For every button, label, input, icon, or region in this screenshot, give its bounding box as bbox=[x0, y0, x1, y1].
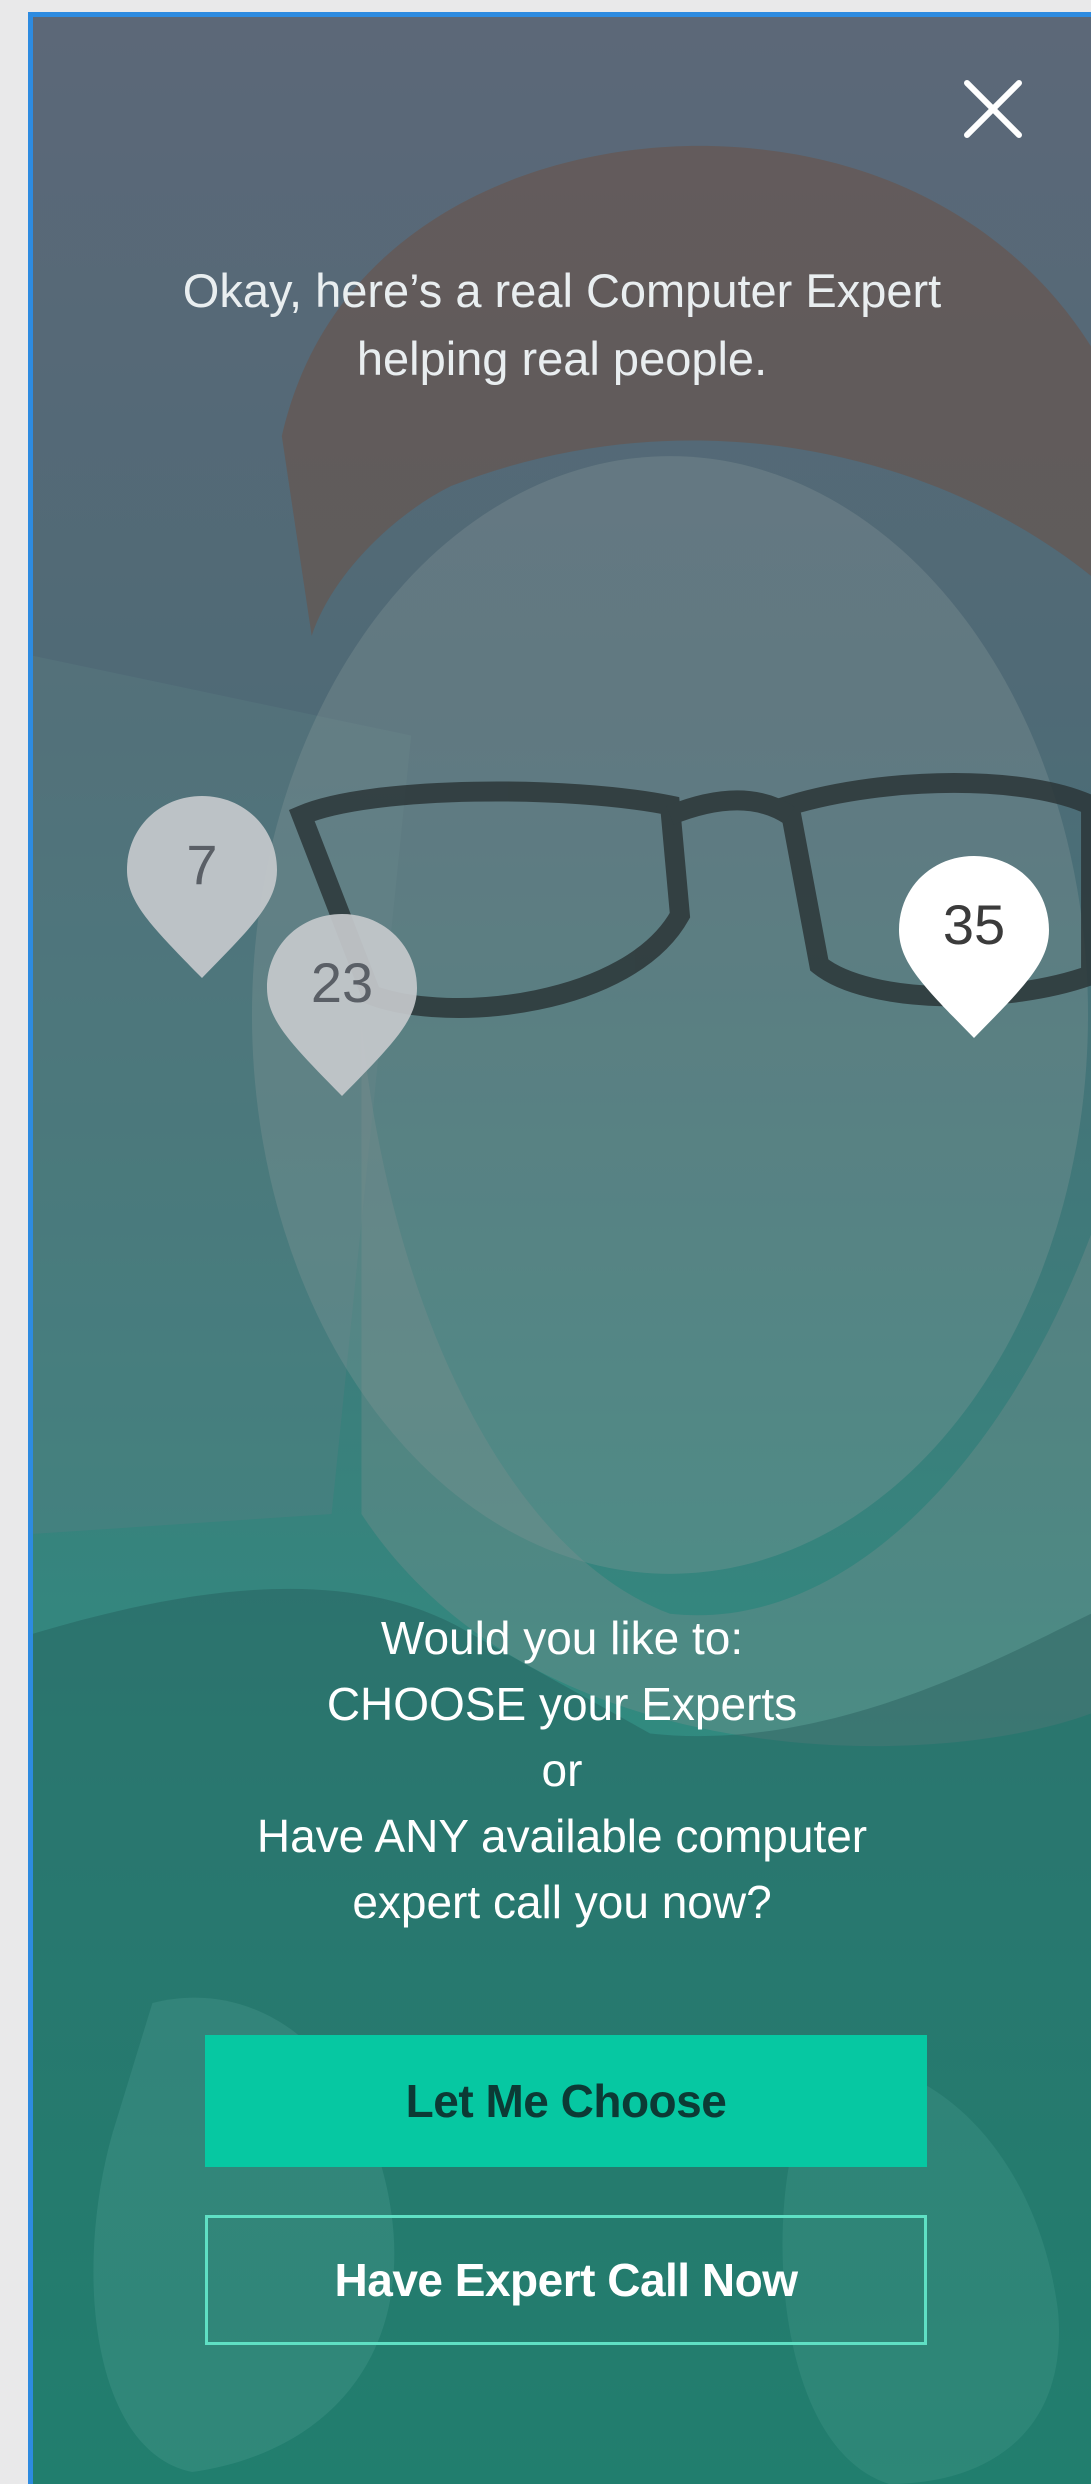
intro-line: Okay, here’s a real Computer Expert bbox=[182, 264, 942, 317]
pin-number: 35 bbox=[942, 893, 1006, 956]
question-line: Would you like to: bbox=[380, 1612, 744, 1664]
choice-question: Would you like to: CHOOSE your Experts o… bbox=[33, 1605, 1091, 1935]
question-line: CHOOSE your Experts bbox=[326, 1678, 798, 1730]
question-line: Have ANY available computer bbox=[256, 1810, 868, 1862]
pin-number: 23 bbox=[310, 951, 374, 1014]
pin-number: 7 bbox=[186, 833, 218, 896]
intro-line: helping real people. bbox=[356, 332, 768, 385]
intro-text: Okay, here’s a real Computer Expert help… bbox=[33, 257, 1091, 393]
close-button[interactable] bbox=[953, 69, 1033, 149]
expert-intro-modal: Okay, here’s a real Computer Expert help… bbox=[28, 12, 1091, 2484]
close-icon bbox=[964, 80, 1022, 138]
question-line: or bbox=[541, 1744, 583, 1796]
let-me-choose-button[interactable]: Let Me Choose bbox=[205, 2035, 927, 2167]
have-expert-call-now-button[interactable]: Have Expert Call Now bbox=[205, 2215, 927, 2345]
expert-pin-23[interactable]: 23 bbox=[263, 910, 421, 1100]
question-line: expert call you now? bbox=[352, 1876, 772, 1928]
expert-pin-35[interactable]: 35 bbox=[895, 852, 1053, 1042]
expert-pin-7[interactable]: 7 bbox=[123, 792, 281, 982]
